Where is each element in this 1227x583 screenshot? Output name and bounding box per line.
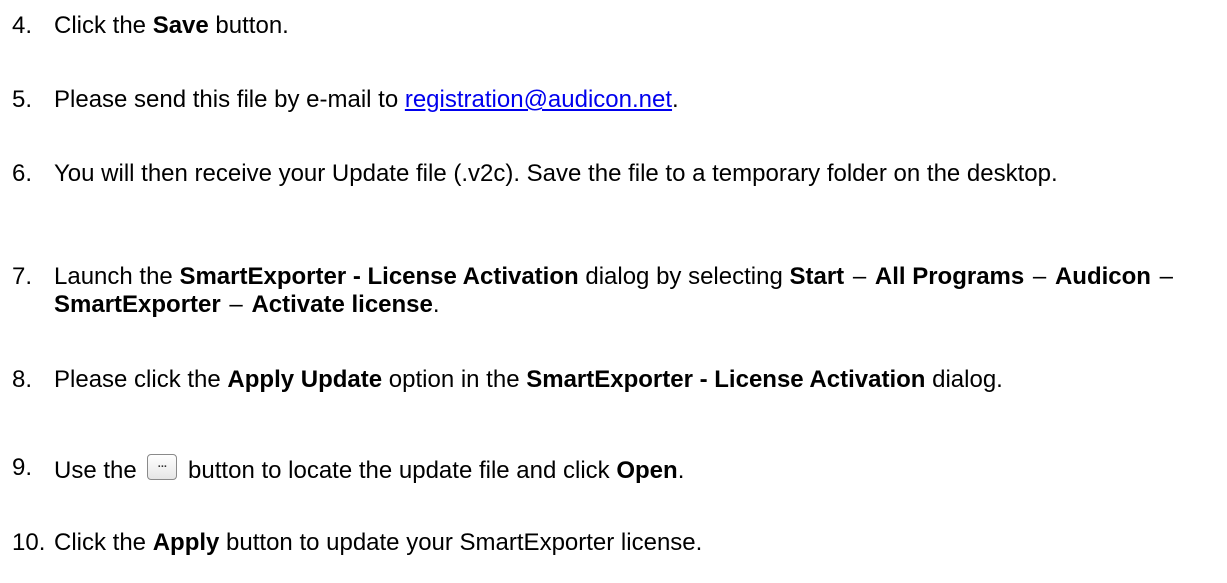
step-number: 5. xyxy=(12,86,33,113)
step-text: Please send this file by e-mail to regis… xyxy=(54,86,679,113)
step-5: 5. Please send this file by e-mail to re… xyxy=(12,86,1222,114)
step-number: 6. xyxy=(12,160,33,187)
step-text: Use the ... button to locate the update … xyxy=(54,454,1222,485)
step-text: Click the Apply button to update your Sm… xyxy=(54,529,703,556)
step-text: Please click the Apply Update option in … xyxy=(54,366,1003,393)
ellipsis-icon: ... xyxy=(157,458,167,470)
step-number: 4. xyxy=(12,12,33,39)
step-text: Click the Save button. xyxy=(54,12,289,39)
step-10: 10. Click the Apply button to update you… xyxy=(12,529,1222,557)
step-number: 7. xyxy=(12,263,33,290)
step-number: 9. xyxy=(12,454,33,481)
step-6: 6. You will then receive your Update fil… xyxy=(12,160,1222,188)
save-label: Save xyxy=(152,12,209,39)
registration-email-link[interactable]: registration@audicon.net xyxy=(405,86,672,113)
step-4: 4. Click the Save button. xyxy=(12,12,1222,40)
step-8: 8. Please click the Apply Update option … xyxy=(12,366,1222,394)
step-7: 7. Launch the SmartExporter - License Ac… xyxy=(12,263,1222,319)
step-text: You will then receive your Update file (… xyxy=(54,160,1058,187)
step-number: 8. xyxy=(12,366,33,393)
step-number: 10. xyxy=(12,529,46,556)
step-9: 9. Use the ... button to locate the upda… xyxy=(12,454,1222,485)
browse-ellipsis-button: ... xyxy=(147,454,178,480)
step-text: Launch the SmartExporter - License Activ… xyxy=(54,263,1173,318)
